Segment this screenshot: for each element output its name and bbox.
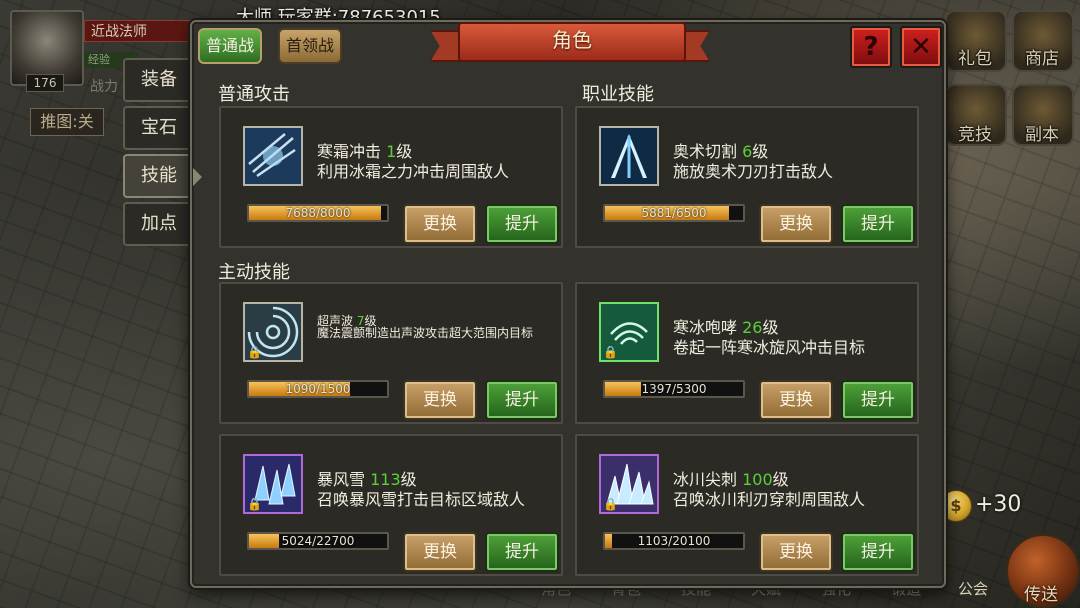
ultrasonic-icon: 🔒 — [243, 302, 303, 362]
gift-label: 礼包 — [958, 49, 992, 69]
lock-icon: 🔒 — [247, 497, 262, 511]
blizzard-icon: 🔒 — [243, 454, 303, 514]
player-level: 176 — [26, 74, 64, 92]
dungeon-label: 副本 — [1025, 125, 1059, 145]
skill-card: 🔒 寒冰咆哮 26级 卷起一阵寒冰旋风冲击目标 1397/5300 更换 提升 — [575, 282, 919, 424]
ice-roar-icon: 🔒 — [599, 302, 659, 362]
replace-button[interactable]: 更换 — [403, 204, 477, 244]
section-normal-attack: 普通攻击 — [218, 84, 290, 105]
power-label: 战力 — [90, 79, 118, 95]
player-class-name: 近战法师 — [84, 20, 194, 42]
active-tab-arrow — [193, 168, 202, 186]
skill-description: 卷起一阵寒冰旋风冲击目标 — [673, 338, 866, 357]
skill-exp-text: 7688/8000 — [285, 206, 351, 220]
normal-battle-tab[interactable]: 普通战 — [198, 28, 262, 64]
skill-card: 🔒 暴风雪 113级 召唤暴风雪打击目标区域敌人 5024/22700 更换 提… — [219, 434, 563, 576]
skill-exp-bar: 1103/20100 — [603, 532, 745, 550]
skill-exp-bar: 5881/6500 — [603, 204, 745, 222]
skill-description: 魔法震颤制造出声波攻击超大范围内目标 — [317, 326, 534, 340]
upgrade-button[interactable]: 提升 — [841, 204, 915, 244]
skill-description: 召唤冰川利刃穿刺周围敌人 — [673, 490, 866, 509]
lock-icon: 🔒 — [603, 345, 618, 359]
skill-exp-bar: 5024/22700 — [247, 532, 389, 550]
skill-exp-text: 1103/20100 — [637, 534, 711, 548]
skill-exp-bar: 1397/5300 — [603, 380, 745, 398]
upgrade-button[interactable]: 提升 — [485, 380, 559, 420]
title-banner: 角色 — [430, 20, 710, 68]
lock-icon: 🔒 — [603, 497, 618, 511]
shop-label: 商店 — [1025, 49, 1059, 69]
coin-bonus: +30 — [975, 492, 1022, 517]
skill-description: 利用冰霜之力冲击周围敌人 — [317, 162, 510, 181]
panel-title: 角色 — [552, 28, 592, 52]
skill-card: 奥术切割 6级 施放奥术刀刃打击敌人 5881/6500 更换 提升 — [575, 106, 919, 248]
skill-description: 施放奥术刀刃打击敌人 — [673, 162, 834, 181]
frost-strike-icon — [243, 126, 303, 186]
upgrade-button[interactable]: 提升 — [841, 380, 915, 420]
replace-button[interactable]: 更换 — [759, 380, 833, 420]
push-stage-button[interactable]: 推图:关 — [30, 108, 104, 136]
replace-button[interactable]: 更换 — [403, 532, 477, 572]
skill-card: 寒霜冲击 1级 利用冰霜之力冲击周围敌人 7688/8000 更换 提升 — [219, 106, 563, 248]
skill-card: 🔒 超声波 7级 魔法震颤制造出声波攻击超大范围内目标 1090/1500 更换… — [219, 282, 563, 424]
skill-exp-text: 5881/6500 — [641, 206, 707, 220]
replace-button[interactable]: 更换 — [403, 380, 477, 420]
skill-description: 召唤暴风雪打击目标区域敌人 — [317, 490, 526, 509]
upgrade-button[interactable]: 提升 — [485, 204, 559, 244]
side-tab-points[interactable]: 加点 — [123, 202, 195, 246]
replace-button[interactable]: 更换 — [759, 204, 833, 244]
replace-button[interactable]: 更换 — [759, 532, 833, 572]
side-tab-skill[interactable]: 技能 — [123, 154, 195, 198]
side-tab-gem[interactable]: 宝石 — [123, 106, 195, 150]
upgrade-button[interactable]: 提升 — [485, 532, 559, 572]
arcane-cut-icon — [599, 126, 659, 186]
section-active-skill: 主动技能 — [218, 262, 290, 283]
lock-icon: 🔒 — [247, 345, 262, 359]
arena-label: 竞技 — [958, 125, 992, 145]
send-label: 传送 — [1024, 585, 1058, 605]
help-icon[interactable]: ? — [850, 26, 892, 68]
boss-battle-tab[interactable]: 首领战 — [278, 28, 342, 64]
side-tab-equipment[interactable]: 装备 — [123, 58, 195, 102]
skill-exp-text: 1397/5300 — [641, 382, 707, 396]
skill-exp-bar: 1090/1500 — [247, 380, 389, 398]
glacier-spike-icon: 🔒 — [599, 454, 659, 514]
section-class-skill: 职业技能 — [582, 84, 654, 105]
guild-button[interactable]: 公会 — [942, 578, 1004, 608]
skill-card: 🔒 冰川尖刺 100级 召唤冰川利刃穿刺周围敌人 1103/20100 更换 提… — [575, 434, 919, 576]
upgrade-button[interactable]: 提升 — [841, 532, 915, 572]
skill-exp-text: 5024/22700 — [281, 534, 355, 548]
skill-exp-bar: 7688/8000 — [247, 204, 389, 222]
skill-exp-text: 1090/1500 — [285, 382, 351, 396]
close-icon[interactable]: ✕ — [900, 26, 942, 68]
